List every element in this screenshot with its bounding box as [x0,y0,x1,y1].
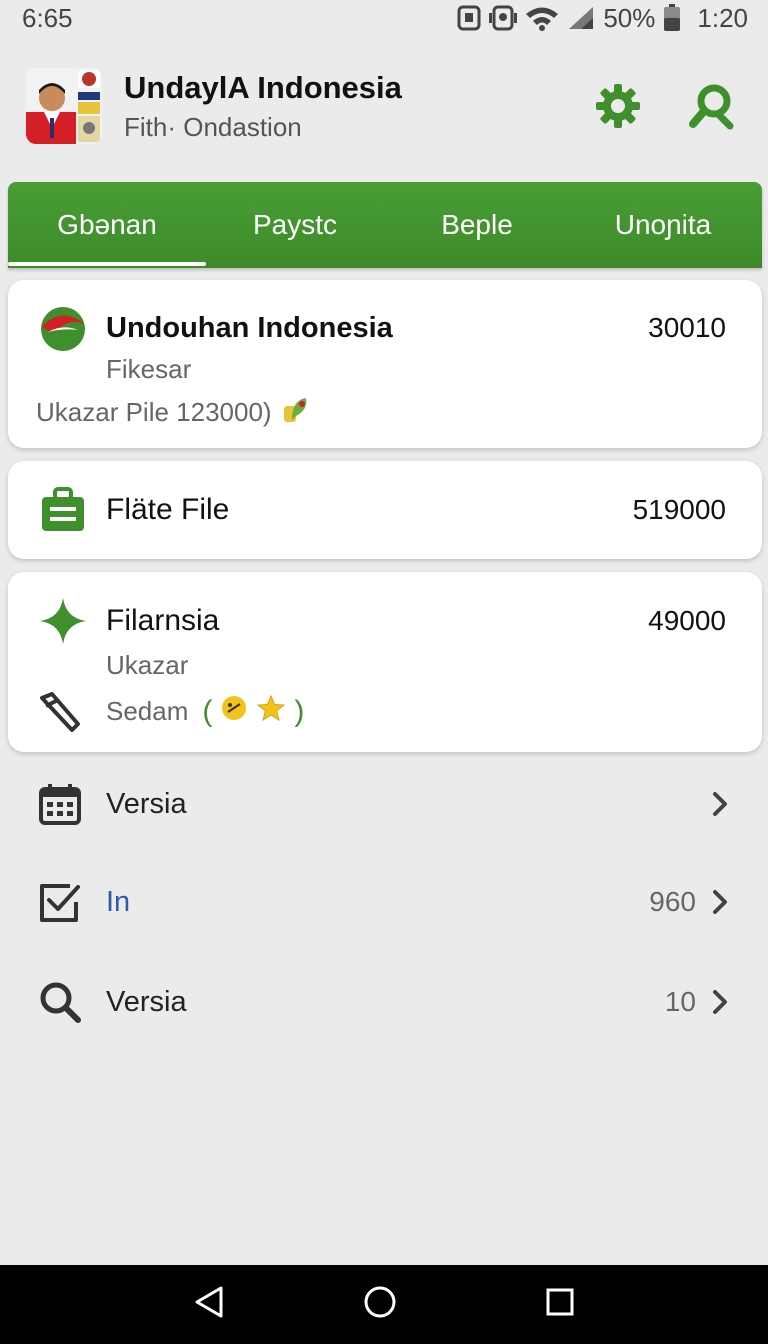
app-header: UndaylA Indonesia Fith· Ondastion [0,58,768,154]
calendar-icon [38,782,82,826]
card-title: Undouhan Indonesia [106,312,393,344]
recents-icon[interactable] [545,1287,575,1322]
card-detail-text: Sedam [106,696,189,726]
card-detail-text: Ukazar Pile 123000) [36,397,272,427]
tool-icon [38,690,82,734]
battery-percent: 50% [603,2,656,33]
sim-icon [457,5,481,31]
header-text: UndaylA Indonesia Fith· Ondastion [124,70,594,143]
list-item-in[interactable]: In 960 [0,862,768,942]
tab-beple[interactable]: Beple [384,182,570,268]
card-subtitle: Fikesar [106,354,192,384]
card-value: 30010 [648,312,726,343]
card-value: 519000 [632,494,726,525]
settings-gear-icon[interactable] [594,82,642,130]
tab-paystc[interactable]: Paystc [206,182,384,268]
avatar[interactable] [26,68,102,144]
card-detail-line: Sedam ( ) [106,694,304,729]
status-icons: 50% 1:20 [457,3,748,34]
card-title: Fläte File [106,493,230,526]
list-item-label: In [106,885,131,918]
paren-open: ( [202,694,213,728]
app-subtitle: Fith· Ondastion [124,111,302,142]
header-actions [594,82,736,130]
battery-icon [663,4,681,32]
chevron-right-icon [710,988,732,1016]
tab-bar: Gbənan Paystc Beple Unoɲita [8,182,762,268]
tab-gbenan[interactable]: Gbənan [8,182,206,268]
list-item-label: Versia [106,985,187,1018]
paren-close: ) [294,694,305,728]
plant-emoji-icon [280,394,312,431]
card-detail-line: Ukazar Pile 123000) [36,394,312,431]
status-clock: 1:20 [697,2,748,33]
card-title: Filarnsia [106,604,220,637]
card-flate-file[interactable]: Fläte File 519000 [8,461,762,559]
emoji-face-icon [220,694,248,729]
card-value: 49000 [648,605,726,636]
status-time-left: 6:65 [22,2,73,33]
card-undouhan[interactable]: Undouhan Indonesia 30010 Fikesar Ukazar … [8,280,762,448]
home-icon[interactable] [363,1285,397,1324]
tab-label: Unoɲita [614,209,712,240]
card-subtitle: Ukazar [106,650,189,680]
list-item-value: 10 [664,986,696,1017]
tab-label: Beple [441,209,513,240]
search-icon[interactable] [688,82,736,130]
system-nav-bar [0,1265,768,1344]
red-green-logo-icon [38,304,88,354]
chevron-right-icon [710,790,732,818]
wifi-icon [525,5,559,31]
checklist-icon [38,880,82,924]
vibrate-icon [489,5,518,31]
status-bar: 6:65 50% 1:20 [0,0,768,36]
signal-icon [567,5,595,31]
tab-unonita[interactable]: Unoɲita [570,182,756,268]
search-icon [38,980,82,1024]
briefcase-icon [38,485,88,535]
list-item-label: Versia [106,787,187,820]
tab-label: Paystc [252,209,338,240]
star-icon [256,694,286,729]
list-item-versia-search[interactable]: Versia 10 [0,962,768,1042]
list-item-versia[interactable]: Versia [0,764,768,844]
list-item-value: 960 [649,886,696,917]
app-title: UndaylA Indonesia [124,69,402,105]
card-filarnsia[interactable]: Filarnsia 49000 Ukazar Sedam ( ) [8,572,762,752]
back-icon[interactable] [193,1285,225,1324]
sparkle-star-icon [38,596,88,646]
tab-label: Gbənan [57,209,157,240]
chevron-right-icon [710,888,732,916]
